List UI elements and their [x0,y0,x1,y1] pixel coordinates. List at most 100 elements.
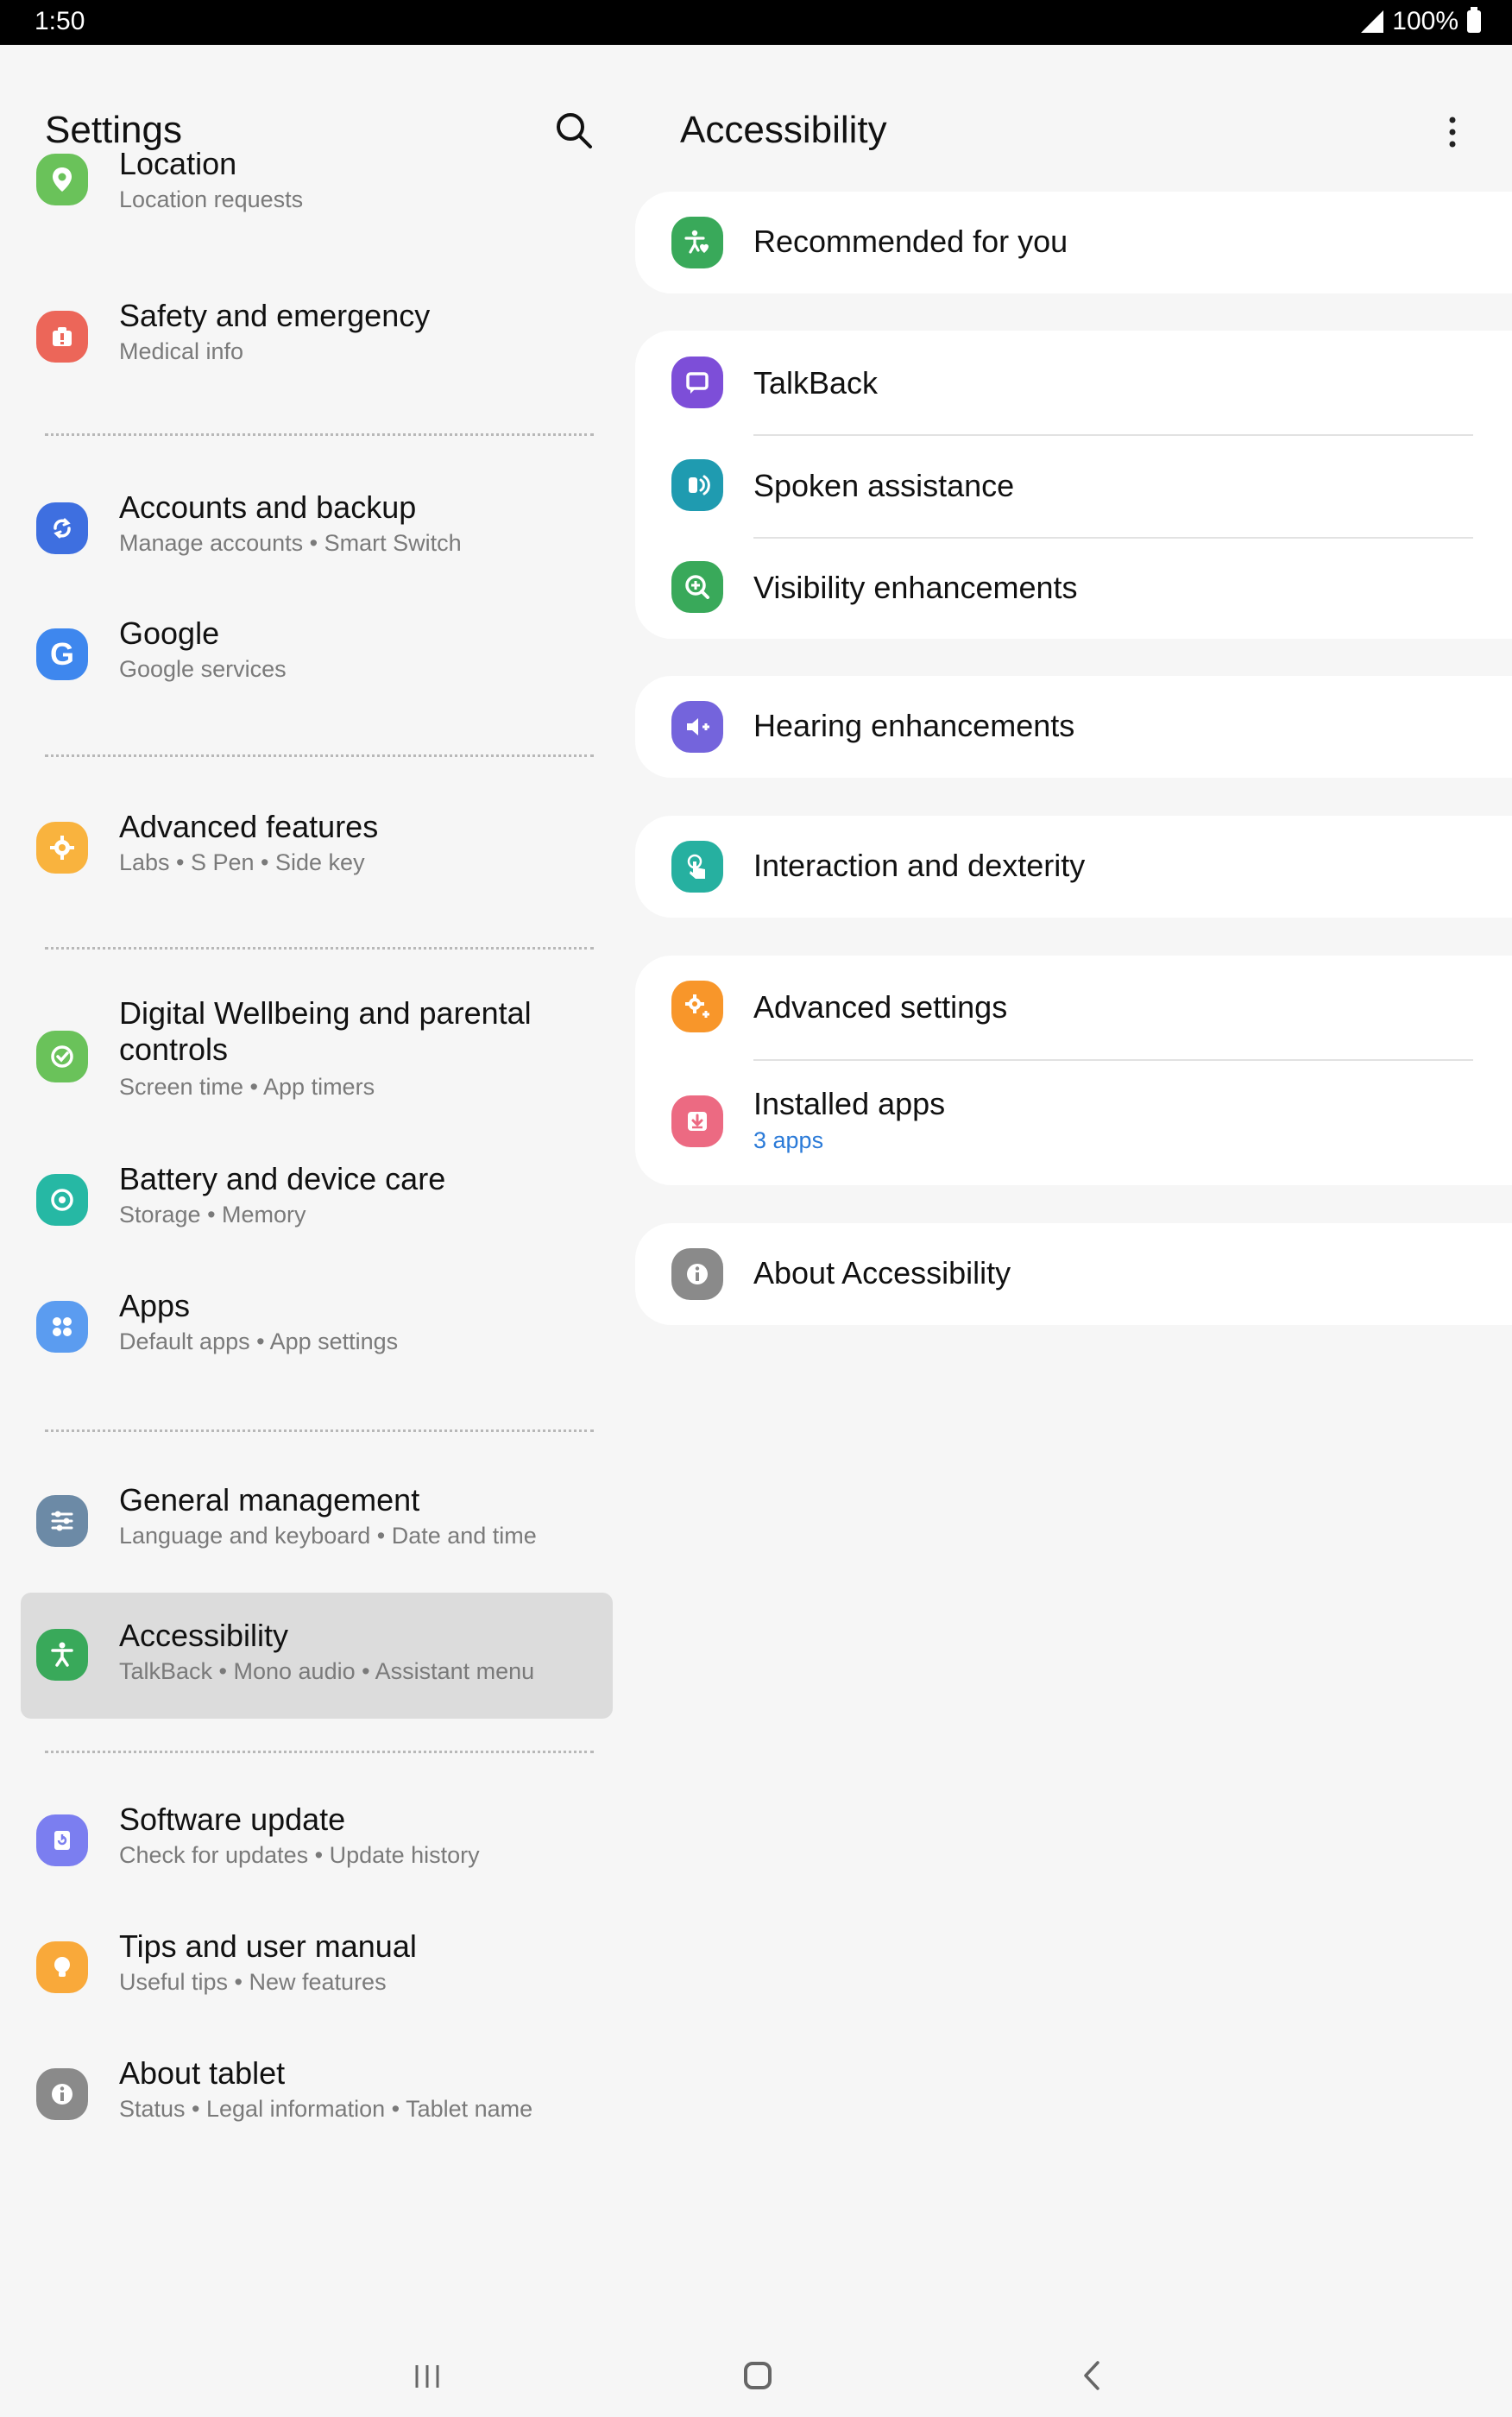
battery-percent: 100% [1392,7,1458,35]
settings-item-subtitle: Useful tips • New features [119,1969,387,1995]
settings-item-title: Digital Wellbeing and parental [119,995,532,1031]
card-hearing: Hearing enhancements [635,676,1512,778]
card-interaction: Interaction and dexterity [635,816,1512,918]
item-hearing-enhancements[interactable]: Hearing enhancements [635,676,1512,778]
settings-item-subtitle: Screen time • App timers [119,1074,375,1100]
group-divider [45,947,594,950]
settings-item-google[interactable]: G Google Google services [21,611,613,706]
page-title: Accessibility [680,109,887,151]
sync-icon [36,502,88,554]
settings-item-title: About tablet [119,2055,286,2091]
group-divider [45,1751,594,1753]
settings-item-title: Google [119,615,220,651]
wellbeing-icon [36,1031,88,1082]
more-options-icon[interactable] [1437,114,1468,150]
settings-item-subtitle: TalkBack • Mono audio • Assistant menu [119,1658,535,1684]
gear-plus-icon [671,981,723,1032]
settings-item-subtitle: Status • Legal information • Tablet name [119,2096,533,2122]
info-icon [36,2068,88,2120]
settings-item-subtitle: Storage • Memory [119,1202,306,1227]
item-title: About Accessibility [753,1255,1011,1291]
search-icon[interactable] [552,109,595,152]
group-divider [45,754,594,757]
talkback-icon [671,357,723,408]
group-divider [45,433,594,436]
settings-item-accounts[interactable]: Accounts and backup Manage accounts • Sm… [21,485,613,580]
back-icon[interactable] [1079,2360,1106,2391]
settings-item-advanced-features[interactable]: Advanced features Labs • S Pen • Side ke… [21,805,613,899]
settings-item-subtitle: Google services [119,656,287,682]
settings-item-title: Safety and emergency [119,298,431,333]
item-spoken-assistance[interactable]: Spoken assistance [635,435,1512,537]
lightbulb-icon [36,1941,88,1993]
hearing-icon [671,701,723,753]
status-right: 100% [1361,7,1481,36]
device-care-icon [36,1174,88,1226]
settings-item-subtitle: Check for updates • Update history [119,1842,480,1868]
magnify-plus-icon [671,561,723,613]
settings-item-location[interactable]: Location Location requests [21,146,613,269]
item-title: Spoken assistance [753,468,1015,503]
alert-icon [36,311,88,363]
card-about: About Accessibility [635,1223,1512,1325]
navigation-bar [0,2331,1512,2417]
status-bar: 1:50 100% [0,0,1512,45]
accessibility-heart-icon [671,217,723,268]
item-about-accessibility[interactable]: About Accessibility [635,1223,1512,1325]
item-title: Installed apps [753,1086,946,1121]
item-recommended-for-you[interactable]: Recommended for you [635,192,1512,293]
settings-item-title: Accessibility [119,1618,289,1653]
item-talkback[interactable]: TalkBack [635,331,1512,435]
touch-icon [671,841,723,893]
settings-item-subtitle: Manage accounts • Smart Switch [119,530,462,556]
gear-plus-icon [36,822,88,874]
settings-item-battery[interactable]: Battery and device care Storage • Memory [21,1157,613,1252]
card-advanced: Advanced settings Installed apps 3 apps [635,956,1512,1185]
card-recommended: Recommended for you [635,192,1512,293]
item-title: Recommended for you [753,224,1068,259]
settings-item-title: Location [119,146,237,181]
settings-item-about-tablet[interactable]: About tablet Status • Legal information … [21,2051,613,2146]
settings-item-accessibility[interactable]: Accessibility TalkBack • Mono audio • As… [21,1593,613,1719]
item-title: Advanced settings [753,989,1008,1025]
info-icon [671,1248,723,1300]
item-installed-apps[interactable]: Installed apps 3 apps [635,1059,1512,1185]
settings-item-title: Software update [119,1802,346,1837]
settings-item-software-update[interactable]: Software update Check for updates • Upda… [21,1797,613,1892]
item-advanced-settings[interactable]: Advanced settings [635,956,1512,1059]
installed-apps-count: 3 apps [753,1127,824,1153]
item-title: Interaction and dexterity [753,848,1086,883]
settings-item-title: Battery and device care [119,1161,446,1196]
settings-item-subtitle: Default apps • App settings [119,1328,399,1354]
card-vision: TalkBack Spoken assistance Visibility en… [635,331,1512,639]
recent-apps-icon[interactable] [413,2363,442,2389]
settings-item-safety[interactable]: Safety and emergency Medical info [21,295,613,390]
item-visibility-enhancements[interactable]: Visibility enhancements [635,537,1512,639]
google-icon: G [36,628,88,680]
settings-item-subtitle: Location requests [119,186,304,212]
settings-item-general-management[interactable]: General management Language and keyboard… [21,1478,613,1573]
item-interaction-dexterity[interactable]: Interaction and dexterity [635,816,1512,918]
location-pin-icon [36,154,88,205]
item-title: TalkBack [753,365,879,401]
settings-item-subtitle: Medical info [119,338,244,364]
spoken-assistance-icon [671,459,723,511]
signal-icon [1361,10,1384,33]
home-icon[interactable] [744,2362,772,2389]
settings-item-title: General management [119,1482,420,1518]
settings-item-tips[interactable]: Tips and user manual Useful tips • New f… [21,1924,613,2019]
settings-item-subtitle: Language and keyboard • Date and time [119,1523,537,1549]
accessibility-icon [36,1629,88,1681]
download-icon [671,1095,723,1147]
status-time: 1:50 [35,7,85,35]
settings-item-digital-wellbeing[interactable]: Digital Wellbeing and parental controls … [21,994,613,1124]
settings-item-title: Advanced features [119,809,379,844]
settings-item-title: Tips and user manual [119,1928,417,1964]
settings-item-apps[interactable]: Apps Default apps • App settings [21,1284,613,1379]
apps-grid-icon [36,1301,88,1353]
item-title: Visibility enhancements [753,570,1078,605]
settings-item-title-line2: controls [119,1032,229,1067]
settings-item-title: Accounts and backup [119,489,417,525]
group-divider [45,1429,594,1432]
battery-icon [1467,7,1481,33]
